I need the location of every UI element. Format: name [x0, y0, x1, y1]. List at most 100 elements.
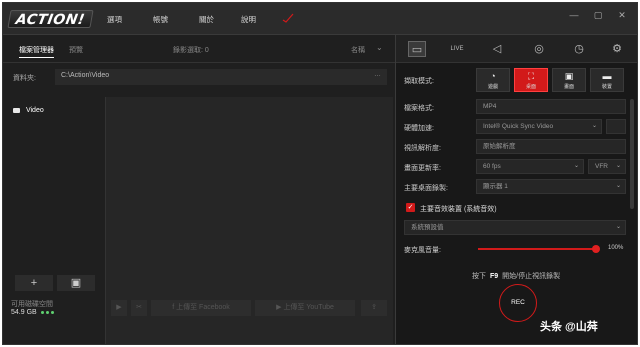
- desktop-record-label: 主要桌面錄製:: [404, 185, 448, 192]
- upload-youtube-button[interactable]: ▶ 上傳至 YouTube: [255, 300, 355, 316]
- chevron-down-icon: ⌄: [615, 224, 621, 230]
- mode-label: 裝置: [601, 84, 612, 90]
- upload-facebook-button[interactable]: f 上傳至 Facebook: [151, 300, 251, 316]
- audio-device-checkbox[interactable]: ✓: [406, 203, 415, 212]
- mic-volume-slider[interactable]: [478, 245, 600, 253]
- display-select[interactable]: 顯示器 1 ⌄: [476, 179, 626, 194]
- hotkey-key: F9: [490, 273, 499, 280]
- mic-volume-row: 麥克風音量: 100%: [396, 241, 628, 257]
- upload-icon[interactable]: ⇪: [361, 300, 387, 316]
- audio-device-row: 系統預設值 ⌄: [396, 220, 628, 236]
- chevron-down-icon: ⌄: [591, 123, 597, 129]
- framerate-row: 畫面更新率: 60 fps ⌄ VFR ⌄: [396, 159, 628, 175]
- mic-volume-value: 100%: [608, 245, 624, 251]
- chevron-down-icon[interactable]: ⌄: [376, 43, 383, 52]
- tab-bar: 檔案管理器 預覽 錄影選取: 0 名稱 ⌄: [3, 35, 395, 63]
- gamepad-icon: ◔: [490, 71, 496, 81]
- audio-tab-icon[interactable]: ◁: [488, 41, 506, 57]
- hw-accel-label: 硬體加速:: [404, 125, 434, 132]
- tab-preview[interactable]: 預覽: [69, 45, 83, 55]
- mode-device-button[interactable]: ▬ 裝置: [590, 68, 624, 92]
- more-icon[interactable]: …: [374, 71, 381, 78]
- play-icon[interactable]: ▶: [111, 300, 127, 316]
- selection-count: 錄影選取: 0: [173, 47, 209, 54]
- resolution-label: 視訊解析度:: [404, 145, 441, 152]
- image-folder-button[interactable]: ▣: [57, 275, 95, 291]
- hotkey-hint: 按下 F9 開始/停止視訊錄製: [472, 271, 560, 281]
- minimize-button[interactable]: —: [567, 9, 581, 21]
- hw-accel-row: 硬體加速: Intel® Quick Sync Video ⌄: [396, 119, 628, 135]
- framerate-mode-select[interactable]: VFR ⌄: [588, 159, 626, 174]
- status-dot-icon: [50, 311, 54, 314]
- menu-options[interactable]: 選項: [107, 14, 122, 25]
- settings-pane: ▭ LIVE ◁ ◎ ◷ ⚙ 擷取模式: ◔ 遊戲 ⛶ 桌面 ▣ 畫面 ▬ 裝置 檔案格…: [395, 35, 637, 344]
- storage-value: 54.9 GB: [11, 309, 54, 316]
- bottom-toolbar: ▶ ✂ f 上傳至 Facebook ▶ 上傳至 YouTube ⇪: [111, 300, 389, 316]
- hw-accel-option-toggle[interactable]: [606, 119, 626, 134]
- sort-select[interactable]: 名稱: [351, 45, 365, 55]
- hotkey-pre: 按下: [472, 273, 486, 280]
- audio-device-value: 系統預設值: [411, 224, 444, 231]
- rec-button[interactable]: REC: [499, 284, 537, 322]
- mode-label: 遊戲: [487, 84, 498, 90]
- storage-size: 54.9 GB: [11, 309, 37, 316]
- status-dot-icon: [45, 311, 49, 314]
- mode-game-button[interactable]: ◔ 遊戲: [476, 68, 510, 92]
- hw-accel-value: Intel® Quick Sync Video: [483, 123, 554, 130]
- title-bar: ACTION! 選項 帳號 關於 說明 — ▢ ✕: [3, 3, 637, 35]
- mode-desktop-button[interactable]: ⛶ 桌面: [514, 68, 548, 92]
- audio-device-select[interactable]: 系統預設值 ⌄: [404, 220, 626, 235]
- mode-label: 畫面: [563, 84, 574, 90]
- framerate-select[interactable]: 60 fps ⌄: [476, 159, 584, 174]
- add-folder-button[interactable]: +: [15, 275, 53, 291]
- audio-device-checkbox-label: 主要音效裝置 (系統音效): [420, 206, 497, 213]
- framerate-mode-value: VFR: [595, 163, 608, 170]
- hw-accel-select[interactable]: Intel® Quick Sync Video ⌄: [476, 119, 602, 134]
- youtube-icon: ▶: [276, 304, 282, 311]
- mic-volume-label: 麥克風音量:: [404, 247, 441, 254]
- mode-toolbar: ▭ LIVE ◁ ◎ ◷ ⚙: [396, 35, 637, 63]
- menu-about[interactable]: 關於: [199, 14, 214, 25]
- record-tab-icon[interactable]: ▭: [408, 41, 426, 57]
- folder-path-input[interactable]: C:\Action\Video …: [55, 69, 387, 85]
- resolution-select[interactable]: 原始解析度: [476, 139, 626, 154]
- mic-volume-fill: [478, 248, 596, 250]
- timer-tab-icon[interactable]: ◷: [570, 41, 588, 57]
- storage-label: 可用磁碟空間: [11, 301, 53, 308]
- chevron-down-icon: ⌄: [615, 163, 621, 169]
- file-format-row: 檔案格式: MP4: [396, 99, 628, 115]
- file-manager-pane: 檔案管理器 預覽 錄影選取: 0 名稱 ⌄ 資料夾: C:\Action\Vid…: [3, 35, 395, 344]
- framerate-label: 畫面更新率:: [404, 165, 441, 172]
- tree-item-video[interactable]: Video: [9, 97, 103, 124]
- folder-label: 資料夾:: [13, 75, 36, 82]
- mode-region-button[interactable]: ▣ 畫面: [552, 68, 586, 92]
- file-format-value: MP4: [483, 103, 497, 110]
- folder-icon: [13, 107, 20, 113]
- settings-tab-icon[interactable]: ⚙: [608, 41, 626, 57]
- status-dot-icon: [40, 311, 44, 314]
- screenshot-tab-icon[interactable]: ◎: [530, 41, 548, 57]
- mic-volume-knob[interactable]: [592, 245, 600, 253]
- tab-file-manager[interactable]: 檔案管理器: [19, 45, 54, 58]
- framerate-value: 60 fps: [483, 163, 501, 170]
- desktop-record-row: 主要桌面錄製: 顯示器 1 ⌄: [396, 179, 628, 195]
- chevron-down-icon: ⌄: [615, 183, 621, 189]
- hotkey-post: 開始/停止視訊錄製: [502, 273, 561, 280]
- resolution-row: 視訊解析度: 原始解析度: [396, 139, 628, 155]
- desktop-icon: ⛶: [527, 71, 535, 81]
- display-value: 顯示器 1: [483, 183, 508, 190]
- cut-icon[interactable]: ✂: [131, 300, 147, 316]
- resolution-value: 原始解析度: [483, 143, 516, 150]
- menu-account[interactable]: 帳號: [153, 14, 168, 25]
- file-format-select[interactable]: MP4: [476, 99, 626, 114]
- close-button[interactable]: ✕: [615, 9, 629, 21]
- app-logo: ACTION!: [7, 10, 94, 28]
- app-window: ACTION! 選項 帳號 關於 說明 — ▢ ✕ 檔案管理器 預覽 錄影選取:…: [2, 2, 638, 345]
- settings-scrollbar[interactable]: [630, 99, 634, 209]
- facebook-icon: f: [172, 304, 175, 311]
- menu-help[interactable]: 說明: [241, 14, 256, 25]
- checkmark-icon: [282, 13, 294, 23]
- live-tab-icon[interactable]: LIVE: [448, 41, 466, 57]
- maximize-button[interactable]: ▢: [591, 9, 605, 21]
- tree-item-label: Video: [25, 107, 44, 114]
